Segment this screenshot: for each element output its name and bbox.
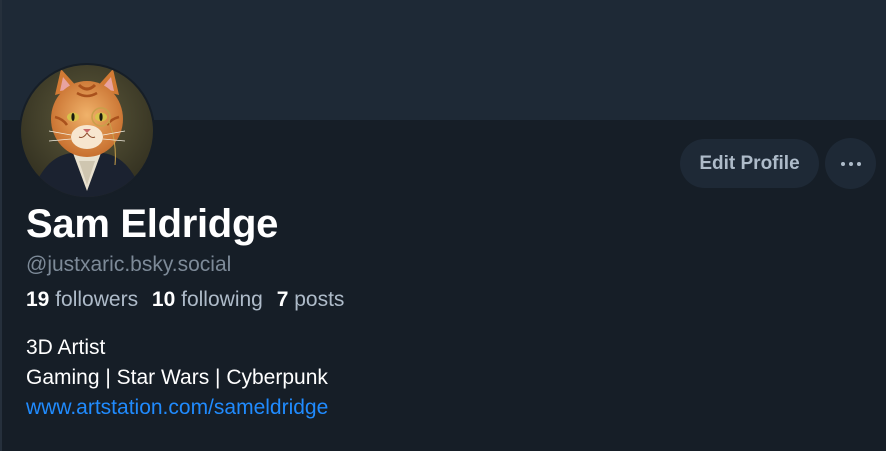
profile-page: Edit Profile Sam Eldridge @justxaric.bsk… <box>0 0 886 451</box>
profile-bio: 3D Artist Gaming | Star Wars | Cyberpunk… <box>26 333 328 423</box>
bio-link[interactable]: www.artstation.com/sameldridge <box>26 393 328 423</box>
followers-label: followers <box>55 288 139 311</box>
posts-stat: 7 posts <box>277 288 345 311</box>
posts-count: 7 <box>276 288 289 311</box>
bio-line: Gaming | Star Wars | Cyberpunk <box>26 366 328 389</box>
following-label: following <box>181 288 263 311</box>
following-stat[interactable]: 10 following <box>152 288 263 311</box>
edit-profile-button[interactable]: Edit Profile <box>680 139 819 188</box>
divider <box>0 0 2 451</box>
profile-stats: 19 followers 10 following 7 posts <box>26 288 352 312</box>
display-name: Sam Eldridge <box>26 202 279 246</box>
followers-stat[interactable]: 19 followers <box>26 288 138 311</box>
cat-portrait-icon <box>21 65 153 197</box>
bio-line: 3D Artist <box>26 336 106 359</box>
avatar[interactable] <box>19 63 155 199</box>
ellipsis-icon <box>840 161 861 166</box>
followers-count: 19 <box>26 288 50 311</box>
following-count: 10 <box>151 288 176 311</box>
handle: @justxaric.bsky.social <box>26 253 232 276</box>
more-options-button[interactable] <box>825 138 876 189</box>
posts-label: posts <box>294 288 345 311</box>
